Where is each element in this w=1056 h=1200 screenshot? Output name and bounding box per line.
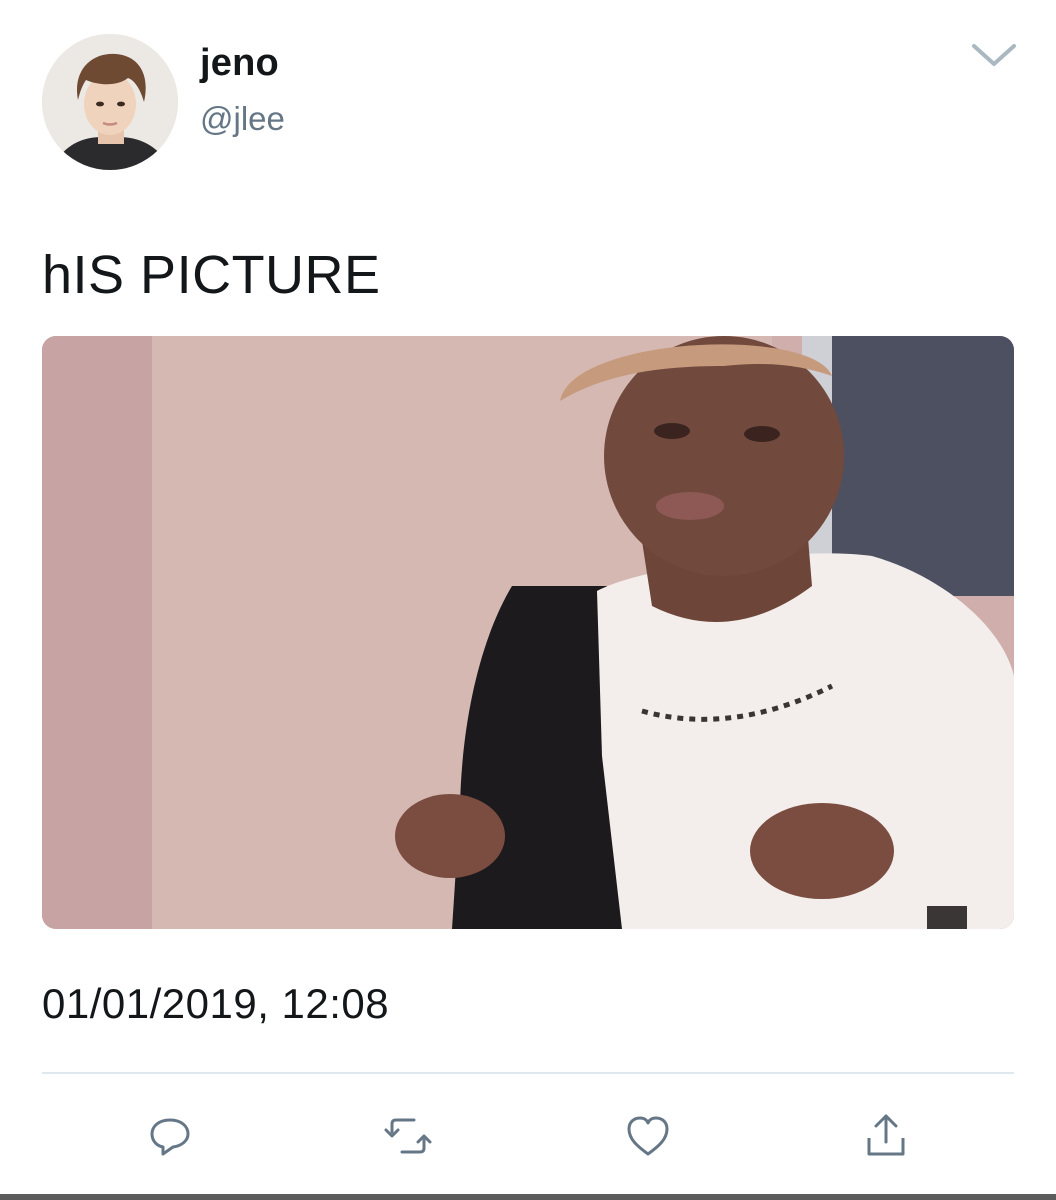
chevron-down-icon[interactable]	[966, 36, 1022, 76]
bottom-border	[0, 1194, 1056, 1200]
divider	[42, 1072, 1014, 1074]
tweet-text: hIS PICTURE	[42, 245, 381, 305]
like-button[interactable]	[618, 1110, 678, 1162]
user-handle[interactable]: @jlee	[200, 100, 285, 138]
retweet-icon	[384, 1118, 432, 1154]
share-icon	[867, 1114, 905, 1156]
display-name[interactable]: jeno	[200, 42, 279, 85]
tweet-timestamp[interactable]: 01/01/2019, 12:08	[42, 980, 389, 1028]
retweet-button[interactable]	[378, 1110, 438, 1162]
tweet-media-photo[interactable]	[42, 336, 1014, 929]
reply-button[interactable]	[140, 1110, 200, 1162]
share-button[interactable]	[856, 1110, 916, 1162]
reply-icon	[150, 1118, 190, 1156]
tweet-card: jeno @jlee hIS PICTURE 01/01/2019, 12:08	[0, 0, 1056, 1200]
heart-icon	[627, 1116, 669, 1156]
avatar[interactable]	[42, 34, 178, 170]
